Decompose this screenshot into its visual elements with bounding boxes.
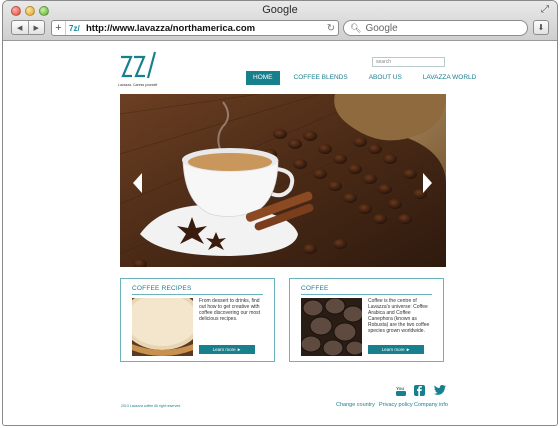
footer-link-change-country[interactable]: Change country (336, 402, 375, 408)
menu-item-about-us[interactable]: ABOUT US (362, 71, 409, 85)
twitter-icon[interactable] (434, 385, 446, 395)
window-title: Google (262, 4, 298, 16)
slider-prev-arrow[interactable] (133, 173, 143, 193)
forward-button[interactable]: ▶ (27, 21, 45, 34)
add-bookmark-icon[interactable]: + (52, 21, 66, 35)
svg-text:You: You (396, 386, 404, 391)
main-menu: HOME COFFEE BLENDS ABOUT US LAVAZZA WORL… (246, 71, 490, 85)
card-coffee-recipes: COFFEE RECIPES From dessert to drinks, f… (120, 278, 275, 362)
lavazza-logo-mark-icon (121, 51, 157, 79)
browser-window: Google ⤢ ◀ ▶ + 7z/ http://www.lavazza/no… (2, 0, 558, 426)
footer-link-privacy-policy[interactable]: Privacy policy (379, 402, 413, 408)
youtube-icon[interactable]: You (396, 385, 406, 396)
logo-tagline: Lavazza. Caress yourself (118, 83, 158, 87)
browser-search-placeholder: Google (365, 22, 398, 34)
site-search-input[interactable]: search (372, 57, 445, 67)
web-page: Lavazza. Caress yourself search HOME COF… (3, 42, 557, 425)
address-bar[interactable]: + 7z/ http://www.lavazza/northamerica.co… (51, 20, 339, 36)
card-divider (132, 294, 263, 295)
learn-more-button[interactable]: Learn more ► (199, 345, 255, 354)
card-coffee: COFFEE Coffee is the centre of Lavazza's… (289, 278, 444, 362)
lavazza-logo[interactable]: Lavazza. Caress yourself (118, 48, 162, 88)
downloads-button[interactable]: ⬇ (533, 20, 549, 35)
menu-item-home[interactable]: HOME (246, 71, 280, 85)
back-button[interactable]: ◀ (12, 21, 28, 34)
url-text[interactable]: http://www.lavazza/northamerica.com (86, 23, 324, 34)
menu-item-coffee-blends[interactable]: COFFEE BLENDS (287, 71, 355, 85)
card-title: COFFEE (301, 285, 329, 292)
browser-search-field[interactable]: 🔍︎ Google (343, 20, 528, 36)
slider-next-arrow[interactable] (422, 173, 432, 193)
coffee-beans-photo (301, 298, 362, 356)
fullscreen-icon[interactable]: ⤢ (541, 4, 549, 15)
pie-photo (132, 298, 193, 356)
card-description: From dessert to drinks, find out how to … (199, 298, 261, 322)
card-title: COFFEE RECIPES (132, 285, 192, 292)
site-favicon-icon: 7z/ (69, 23, 80, 33)
card-description: Coffee is the centre of Lavazza's univer… (368, 298, 430, 334)
reload-icon[interactable]: ↻ (324, 23, 338, 34)
history-nav: ◀ ▶ (11, 20, 45, 35)
menu-item-lavazza-world[interactable]: LAVAZZA WORLD (416, 71, 484, 85)
footer-copyright: 2013 Lavazza coffee All right reserved (121, 404, 181, 408)
browser-titlebar: Google ⤢ ◀ ▶ + 7z/ http://www.lavazza/no… (3, 1, 557, 41)
learn-more-button[interactable]: Learn more ► (368, 345, 424, 354)
footer-link-company-info[interactable]: Company info (414, 402, 448, 408)
hero-coffee-image (120, 94, 446, 267)
facebook-icon[interactable] (414, 385, 425, 396)
hero-slider (120, 94, 446, 267)
search-icon: 🔍︎ (350, 22, 362, 33)
card-divider (301, 294, 432, 295)
